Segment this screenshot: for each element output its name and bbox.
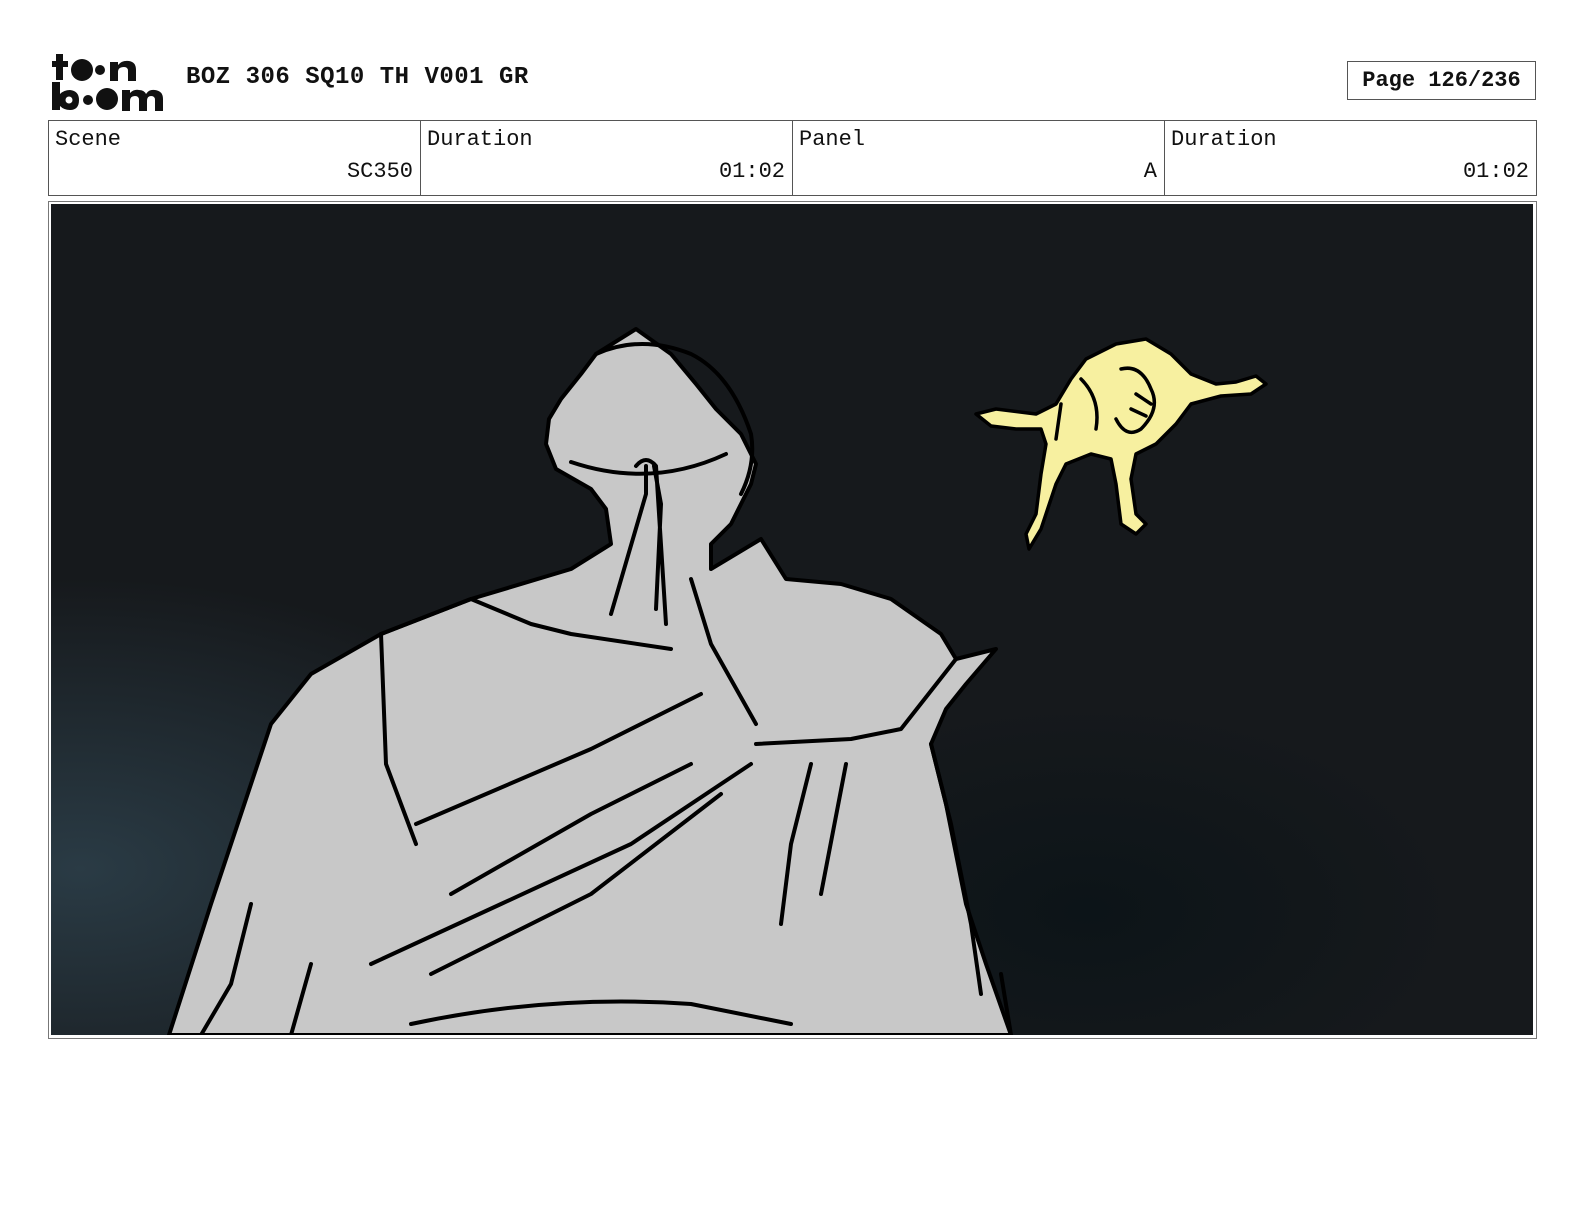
panel-duration-label: Duration bbox=[1171, 127, 1277, 152]
page-number: Page 126/236 bbox=[1347, 61, 1536, 100]
panel-label: Panel bbox=[799, 127, 866, 152]
panel-value: A bbox=[1143, 159, 1157, 184]
scene-value: SC350 bbox=[346, 159, 413, 184]
panel-duration-value: 01:02 bbox=[1462, 159, 1529, 184]
scene-duration-value: 01:02 bbox=[718, 159, 785, 184]
page-number-label: Page 126/236 bbox=[1362, 68, 1521, 93]
scene-duration-label: Duration bbox=[427, 127, 533, 152]
toon-boom-logo bbox=[52, 50, 164, 112]
panel-duration-cell: Duration 01:02 bbox=[1164, 121, 1536, 195]
storyboard-panel-image bbox=[51, 204, 1533, 1035]
scene-cell: Scene SC350 bbox=[49, 121, 420, 195]
panel-cell: Panel A bbox=[792, 121, 1164, 195]
scene-duration-cell: Duration 01:02 bbox=[420, 121, 792, 195]
scene-label: Scene bbox=[55, 127, 122, 152]
document-title: BOZ 306 SQ10 TH V001 GR bbox=[186, 64, 529, 91]
scene-info-table: Scene SC350 Duration 01:02 Panel A Durat… bbox=[48, 120, 1537, 196]
